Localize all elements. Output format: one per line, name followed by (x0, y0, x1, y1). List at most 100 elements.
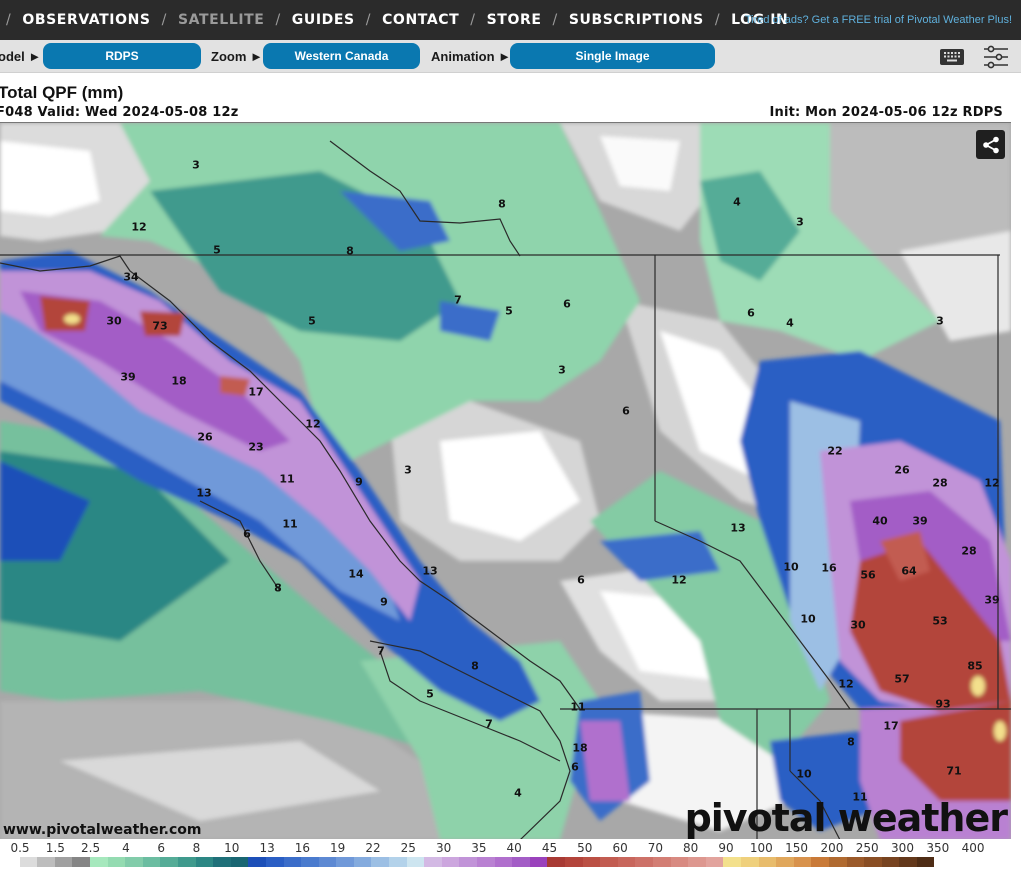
nav-menu: / OBSERVATIONS / SATELLITE / GUIDES / CONTACT / S… (0, 12, 788, 28)
nav-link-observations[interactable]: OBSERVATIONS (22, 12, 150, 28)
legend-tick-label: 10 (224, 841, 240, 855)
precipitation-map[interactable]: 3 12 5 8 8 4 3 34 5 7 5 6 6 4 3 30 73 3 39 18 17 6 12 26 23 22 3 26… (0, 122, 1011, 839)
share-button[interactable] (976, 130, 1005, 159)
plus-trial-promo-link[interactable]: Tired of ads? Get a FREE trial of Pivota… (745, 14, 1012, 26)
nav-link-satellite[interactable]: SATELLITE (178, 12, 265, 28)
precip-value-label: 11 (570, 700, 586, 714)
nav-link-store[interactable]: STORE (487, 12, 542, 28)
legend-color-swatch (617, 857, 636, 867)
legend-tick-label: 80 (683, 841, 699, 855)
pivotal-weather-logo: pivotal weather (684, 796, 1008, 839)
precip-value-label: 11 (279, 472, 295, 486)
nav-link-subscriptions[interactable]: SUBSCRIPTIONS (569, 12, 704, 28)
legend-color-swatch (529, 857, 548, 867)
model-select-button[interactable]: RDPS (43, 43, 201, 69)
precip-value-label: 13 (196, 486, 212, 500)
legend-tick-label: 50 (577, 841, 593, 855)
map-graphic (0, 123, 1011, 839)
precip-value-label: 10 (796, 767, 812, 781)
precip-value-label: 6 (563, 297, 571, 311)
precip-value-label: 7 (377, 644, 385, 658)
precip-value-label: 6 (577, 573, 585, 587)
legend-color-swatch (301, 857, 319, 867)
legend-color-swatch (828, 857, 847, 867)
precip-value-label: 64 (901, 564, 917, 578)
animation-select-button[interactable]: Single Image (510, 43, 715, 69)
legend-tick-label: 300 (891, 841, 914, 855)
legend-color-swatch (248, 857, 266, 867)
legend-tick-label: 45 (541, 841, 558, 855)
legend-color-swatch (318, 857, 337, 867)
precip-value-label: 13 (422, 564, 438, 578)
legend-color-swatch (635, 857, 653, 867)
precip-value-label: 10 (783, 560, 799, 574)
legend-tick-label: 2.5 (81, 841, 101, 855)
precip-value-label: 6 (747, 306, 755, 320)
nav-separator: / (714, 12, 721, 28)
precip-value-label: 6 (571, 760, 579, 774)
map-right-margin (1011, 122, 1021, 839)
precip-value-label: 8 (847, 735, 855, 749)
legend-color-swatch (793, 857, 812, 867)
nav-separator: / (470, 12, 476, 28)
legend-color-swatch (899, 857, 917, 867)
legend-color-swatch (670, 857, 689, 867)
legend-tick-label: 35 (471, 841, 487, 855)
legend-color-swatch (213, 857, 231, 867)
legend-color-swatch (477, 857, 495, 867)
precip-value-label: 53 (932, 614, 948, 628)
legend-color-swatch (565, 857, 583, 867)
nav-link-guides[interactable]: GUIDES (292, 12, 355, 28)
legend-tick-label: 13 (259, 841, 275, 855)
legend-color-swatch (230, 857, 249, 867)
legend-color-swatch (811, 857, 829, 867)
legend-color-swatch (652, 857, 671, 867)
legend-tick-label: 400 (961, 841, 985, 855)
legend-color-swatch (512, 857, 530, 867)
precip-value-label: 34 (123, 270, 139, 284)
legend-tick-label: 250 (855, 841, 879, 855)
legend-color-swatch (265, 857, 284, 867)
precip-value-label: 3 (796, 215, 804, 229)
precip-value-label: 9 (355, 475, 363, 489)
nav-separator: / (365, 12, 372, 28)
precip-value-label: 13 (730, 521, 746, 535)
precip-value-label: 7 (485, 717, 493, 731)
legend-tick-label: 16 (294, 841, 311, 855)
precip-value-label: 5 (505, 304, 513, 318)
precip-value-label: 5 (308, 314, 316, 328)
legend-tick-label: 8 (192, 841, 201, 855)
precip-value-label: 8 (274, 581, 282, 595)
precip-value-label: 85 (967, 659, 983, 673)
precip-value-label: 8 (346, 244, 354, 258)
precip-value-label: 8 (471, 659, 479, 673)
nav-link-contact[interactable]: CONTACT (382, 12, 459, 28)
legend-color-swatch (740, 857, 759, 867)
legend-color-swatch (582, 857, 601, 867)
precip-value-label: 17 (248, 385, 264, 399)
map-selector-toolbar: odel ► RDPS Zoom ► Western Canada Animat… (0, 40, 1021, 73)
legend-color-swatch (881, 857, 900, 867)
legend-color-swatch (776, 857, 794, 867)
zoom-label: Zoom ► (211, 49, 263, 64)
legend-color-swatch (441, 857, 460, 867)
legend-color-swatch (107, 857, 126, 867)
legend-color-swatch (336, 857, 354, 867)
sliders-icon[interactable] (983, 44, 1009, 75)
legend-tick-label: 90 (718, 841, 734, 855)
precip-value-label: 18 (572, 741, 588, 755)
precip-value-label: 26 (197, 430, 213, 444)
nav-separator: / (161, 12, 167, 28)
valid-time: F048 Valid: Wed 2024-05-08 12z (0, 105, 239, 120)
legend-color-swatch (705, 857, 724, 867)
precip-value-label: 6 (622, 404, 630, 418)
legend-color-swatch (547, 857, 565, 867)
precip-value-label: 30 (850, 618, 866, 632)
precip-value-label: 39 (120, 370, 136, 384)
precip-value-label: 3 (404, 463, 412, 477)
zoom-select-button[interactable]: Western Canada (263, 43, 420, 69)
precip-value-label: 22 (827, 444, 843, 458)
keyboard-icon[interactable] (940, 49, 964, 70)
legend-color-swatch (283, 857, 302, 867)
legend-color-swatch (54, 857, 73, 867)
